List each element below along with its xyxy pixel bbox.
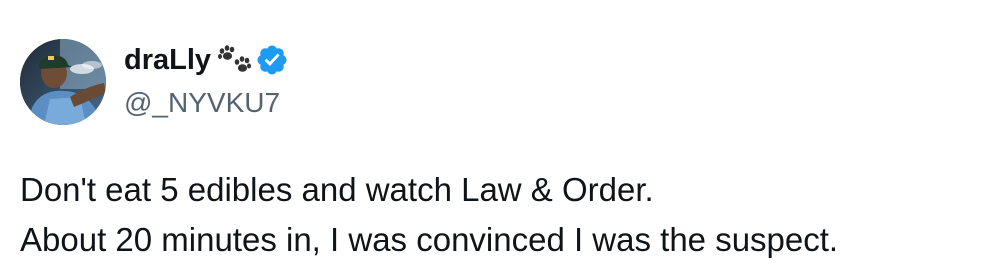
tweet-text-line: About 20 minutes in, I was convinced I w… xyxy=(20,221,839,258)
tweet-text: Don't eat 5 edibles and watch Law & Orde… xyxy=(20,165,838,265)
verified-badge-icon[interactable] xyxy=(255,43,289,77)
avatar[interactable] xyxy=(20,39,106,125)
paw-prints-icon xyxy=(217,45,252,75)
author-handle[interactable]: @_NYVKU7 xyxy=(124,86,280,120)
avatar-image xyxy=(20,39,106,125)
display-name[interactable]: draLly xyxy=(124,42,211,78)
author-name-row: draLly xyxy=(124,42,289,78)
tweet-text-line: Don't eat 5 edibles and watch Law & Orde… xyxy=(20,171,654,208)
tweet-card: draLly @_NYVKU7 Don't eat 5 edibles and … xyxy=(0,0,998,280)
